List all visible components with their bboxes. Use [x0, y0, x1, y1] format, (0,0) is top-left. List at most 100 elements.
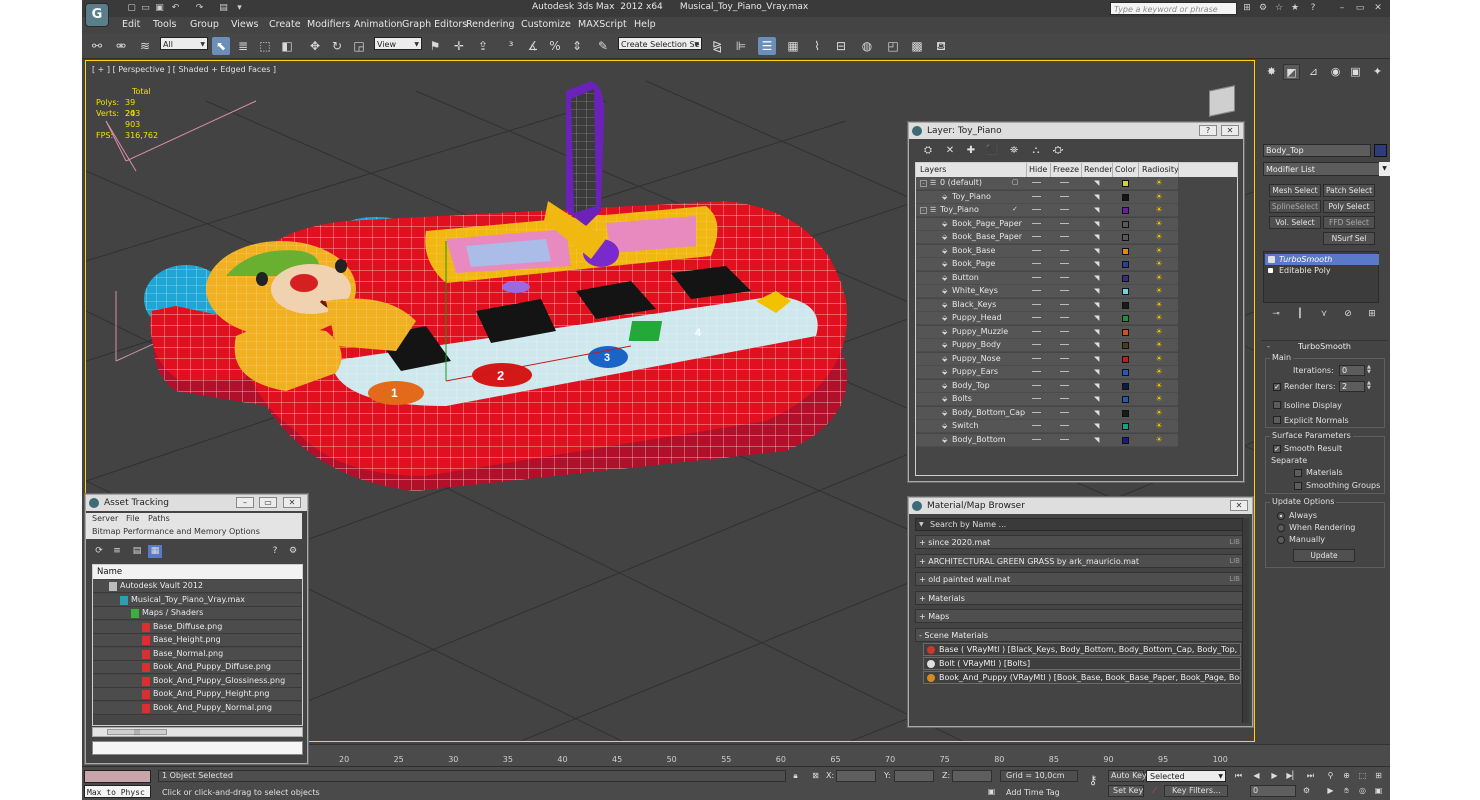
separate-materials-checkbox[interactable]: [1294, 469, 1302, 477]
col-radiosity[interactable]: Radiosity: [1142, 165, 1179, 174]
radiosity-icon[interactable]: ☀: [1154, 354, 1164, 364]
stack-item-turbosmooth[interactable]: TurboSmooth: [1265, 254, 1379, 265]
show-end-result-icon[interactable]: ┃: [1293, 308, 1307, 321]
layer-row[interactable]: ⬙ Bolts ◥ ☀: [916, 393, 1178, 406]
asset-row[interactable]: Base_Diffuse.png: [93, 620, 302, 634]
radiosity-icon[interactable]: ☀: [1154, 300, 1164, 310]
zoom-extents-all-icon[interactable]: ⊞: [1372, 770, 1385, 782]
select-link-icon[interactable]: ⚯: [88, 37, 106, 55]
layer-row[interactable]: ⬙ White_Keys ◥ ☀: [916, 285, 1178, 298]
layer-row[interactable]: ⬙ Puppy_Muzzle ◥ ☀: [916, 325, 1178, 339]
col-layers[interactable]: Layers: [920, 165, 946, 174]
create-tab-icon[interactable]: ✸: [1263, 64, 1280, 80]
radiosity-icon[interactable]: ☀: [1154, 394, 1164, 404]
save-file-icon[interactable]: ▣: [154, 3, 165, 14]
layer-row[interactable]: ⬙ Switch ◥ ☀: [916, 420, 1178, 433]
material-library-row[interactable]: + Materials: [915, 591, 1244, 605]
radiosity-icon[interactable]: ☀: [1154, 246, 1164, 256]
menu-group[interactable]: Group: [190, 19, 219, 30]
layer-color-swatch[interactable]: [1122, 301, 1129, 309]
radiosity-icon[interactable]: ☀: [1154, 313, 1164, 323]
next-frame-icon[interactable]: ▶▏: [1286, 770, 1299, 782]
edit-named-selection-icon[interactable]: ✎: [594, 37, 612, 55]
collapse-icon[interactable]: -: [920, 180, 927, 187]
freeze-toggle[interactable]: [1060, 236, 1069, 237]
key-icon[interactable]: ⚷: [1082, 774, 1104, 786]
project-folder-icon[interactable]: ▤: [218, 3, 229, 14]
align-icon[interactable]: ⊫: [732, 37, 750, 55]
freeze-toggle[interactable]: [1060, 317, 1069, 318]
update-when-rendering-radio[interactable]: [1277, 524, 1285, 532]
freeze-toggle[interactable]: [1060, 371, 1069, 372]
lightbulb-icon[interactable]: [1268, 256, 1275, 263]
update-always-radio[interactable]: [1277, 512, 1285, 520]
object-name-field[interactable]: Body_Top: [1263, 144, 1371, 157]
radiosity-icon[interactable]: ☀: [1154, 367, 1164, 377]
pin-stack-icon[interactable]: ⊸: [1269, 308, 1283, 321]
asset-row[interactable]: Base_Normal.png: [93, 647, 302, 661]
render-teapot-icon[interactable]: ◥: [1094, 341, 1101, 349]
menu-modifiers[interactable]: Modifiers: [307, 19, 350, 30]
keyboard-shortcut-icon[interactable]: ⇪: [474, 37, 492, 55]
layer-color-swatch[interactable]: [1122, 409, 1129, 417]
freeze-toggle[interactable]: [1060, 330, 1069, 332]
maximize-viewport-icon[interactable]: ▣: [1372, 785, 1385, 797]
percent-snap-icon[interactable]: %: [546, 37, 564, 55]
asset-row[interactable]: Book_And_Puppy_Normal.png: [93, 701, 302, 715]
layer-manager-icon[interactable]: ☰: [758, 37, 776, 55]
radiosity-icon[interactable]: ☀: [1154, 408, 1164, 418]
radiosity-icon[interactable]: ☀: [1154, 178, 1164, 188]
asset-row[interactable]: Musical_Toy_Piano_Vray.max: [93, 593, 302, 607]
freeze-toggle[interactable]: [1060, 276, 1069, 278]
render-teapot-icon[interactable]: ◥: [1094, 328, 1101, 336]
hide-toggle[interactable]: [1032, 263, 1041, 264]
time-config-icon[interactable]: ⚙: [1300, 785, 1313, 797]
asset-row[interactable]: Book_And_Puppy_Height.png: [93, 688, 302, 701]
layer-window-titlebar[interactable]: Layer: Toy_Piano ? ✕: [909, 123, 1243, 139]
material-library-row[interactable]: + Maps: [915, 609, 1244, 623]
hide-toggle[interactable]: [1032, 182, 1041, 183]
orbit-icon[interactable]: ◎: [1356, 785, 1369, 797]
menu-maxscript[interactable]: MAXScript: [578, 19, 627, 30]
hide-toggle[interactable]: [1032, 290, 1041, 291]
asset-horizontal-scrollbar[interactable]: |||: [92, 727, 303, 737]
render-teapot-icon[interactable]: ◥: [1094, 220, 1101, 228]
freeze-toggle[interactable]: [1060, 209, 1069, 210]
z-coordinate-field[interactable]: [952, 770, 992, 782]
rendered-frame-icon[interactable]: ▩: [908, 37, 926, 55]
hide-toggle[interactable]: [1032, 276, 1041, 278]
collapse-icon[interactable]: -: [920, 207, 927, 214]
utilities-tab-icon[interactable]: ✦: [1369, 64, 1386, 80]
hide-toggle[interactable]: [1032, 425, 1041, 426]
help-icon[interactable]: ?: [1307, 3, 1319, 14]
radiosity-icon[interactable]: ☀: [1154, 232, 1164, 242]
snaps-toggle-icon[interactable]: ³: [502, 37, 520, 55]
render-teapot-icon[interactable]: ◥: [1094, 179, 1101, 187]
play-icon[interactable]: ▶: [1268, 770, 1281, 782]
redo-icon[interactable]: ↷: [194, 3, 205, 14]
current-layer-check-icon[interactable]: ✓: [1012, 206, 1019, 213]
layer-row[interactable]: ⬙ Body_Bottom ◥ ☀: [916, 433, 1178, 447]
layer-color-swatch[interactable]: [1122, 382, 1129, 390]
hide-toggle[interactable]: [1032, 438, 1041, 440]
separate-smoothing-groups-checkbox[interactable]: [1294, 482, 1302, 490]
material-library-row[interactable]: + ARCHITECTURAL GREEN GRASS by ark_mauri…: [915, 554, 1244, 568]
radiosity-icon[interactable]: ☀: [1154, 381, 1164, 391]
freeze-toggle[interactable]: [1060, 222, 1069, 224]
spinner-snap-icon[interactable]: ⇕: [568, 37, 586, 55]
radiosity-icon[interactable]: ☀: [1154, 259, 1164, 269]
close-icon[interactable]: ✕: [1372, 3, 1384, 14]
poly-select-button[interactable]: Poly Select: [1323, 200, 1375, 213]
layer-row[interactable]: ⬙ Body_Bottom_Cap ◥ ☀: [916, 406, 1178, 420]
radiosity-icon[interactable]: ☀: [1154, 192, 1164, 202]
configure-sets-icon[interactable]: ⊞: [1365, 308, 1379, 321]
modify-tab-icon[interactable]: ◩: [1283, 64, 1300, 80]
zoom-extents-icon[interactable]: ⬚: [1356, 770, 1369, 782]
angle-snap-icon[interactable]: ∡: [524, 37, 542, 55]
render-teapot-icon[interactable]: ◥: [1094, 382, 1101, 390]
spinner-arrows-icon[interactable]: ▲ ▼: [1367, 381, 1373, 392]
remove-modifier-icon[interactable]: ⊘: [1341, 308, 1355, 321]
hide-toggle[interactable]: [1032, 357, 1041, 359]
rotate-icon[interactable]: ↻: [328, 37, 346, 55]
select-in-layer-icon[interactable]: ⬛: [985, 144, 999, 157]
